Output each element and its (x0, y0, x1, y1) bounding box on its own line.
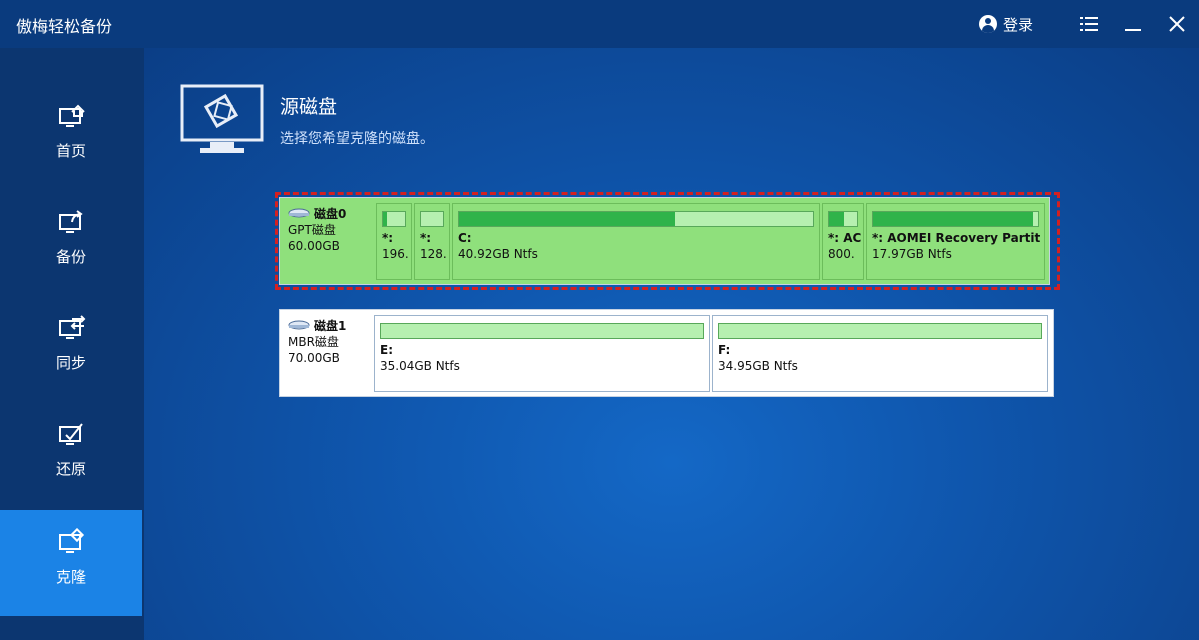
title-bar: 傲梅轻松备份 登录 (0, 0, 1199, 48)
partition-1-0[interactable]: E: 35.04GB Ntfs (374, 315, 710, 392)
menu-button[interactable] (1067, 0, 1111, 48)
sidebar-item-label: 还原 (55, 460, 86, 478)
sidebar-item-label: 首页 (55, 142, 86, 160)
partition-size: 34.95GB Ntfs (718, 359, 798, 373)
source-disk-icon (180, 84, 264, 153)
partition-label: C: (458, 231, 472, 245)
usage-bar (458, 211, 814, 227)
disk-row-1[interactable]: 磁盘1 MBR磁盘 70.00GB E: 35.04GB Ntfs F: 34.… (279, 309, 1054, 397)
partition-size: 35.04GB Ntfs (380, 359, 460, 373)
disk-info: 磁盘1 MBR磁盘 70.00GB (288, 318, 374, 366)
page-subtitle: 选择您希望克隆的磁盘。 (280, 131, 434, 147)
disk-info: 磁盘0 GPT磁盘 60.00GB (288, 206, 374, 254)
disk-size: 60.00GB (288, 239, 340, 253)
disk-size: 70.00GB (288, 351, 340, 365)
partition-1-1[interactable]: F: 34.95GB Ntfs (712, 315, 1048, 392)
partition-label: *: (420, 231, 432, 245)
sidebar-item-home[interactable]: 首页 (0, 84, 142, 190)
disk-style: MBR磁盘 (288, 335, 339, 349)
sidebar-item-label: 克隆 (55, 568, 86, 586)
partition-label: *: (382, 231, 394, 245)
partition-0-0[interactable]: *: 196. (376, 203, 412, 280)
sidebar: 首页 备份 同步 还原 克隆 (0, 48, 144, 640)
sidebar-item-backup[interactable]: 备份 (0, 190, 142, 296)
login-label: 登录 (1002, 15, 1033, 34)
partition-label: *: AC (828, 231, 862, 245)
partition-size: 128. (420, 247, 447, 261)
usage-fill (829, 212, 845, 226)
usage-bar (380, 323, 704, 339)
partition-0-2[interactable]: C: 40.92GB Ntfs (452, 203, 820, 280)
app-title: 傲梅轻松备份 (16, 17, 113, 36)
sidebar-item-restore[interactable]: 还原 (0, 402, 142, 508)
sidebar-item-clone[interactable]: 克隆 (0, 510, 142, 616)
backup-icon (59, 210, 83, 233)
usage-fill (459, 212, 675, 226)
sidebar-item-label: 备份 (55, 248, 86, 266)
usage-fill (873, 212, 1034, 226)
partition-size: 800. (828, 247, 855, 261)
partition-0-4[interactable]: *: AOMEI Recovery Partit 17.97GB Ntfs (866, 203, 1045, 280)
minimize-button[interactable] (1111, 0, 1155, 48)
close-button[interactable] (1155, 0, 1199, 48)
restore-icon (59, 423, 83, 445)
partition-size: 196. (382, 247, 409, 261)
hard-disk-icon (288, 208, 310, 218)
partition-size: 40.92GB Ntfs (458, 247, 538, 261)
disk-name: 磁盘0 (314, 207, 347, 221)
partition-label: E: (380, 343, 393, 357)
home-icon (59, 104, 85, 127)
disk-style: GPT磁盘 (288, 223, 336, 237)
login-button[interactable]: 登录 (978, 14, 1033, 35)
partition-0-1[interactable]: *: 128. (414, 203, 450, 280)
menu-icon (1080, 17, 1098, 31)
usage-bar (872, 211, 1039, 227)
hard-disk-icon (288, 320, 310, 330)
close-icon (1169, 16, 1185, 32)
page-title: 源磁盘 (280, 96, 338, 118)
partition-size: 17.97GB Ntfs (872, 247, 952, 261)
usage-bar (382, 211, 406, 227)
usage-bar (718, 323, 1042, 339)
user-icon (978, 15, 997, 33)
partition-0-3[interactable]: *: AC 800. (822, 203, 864, 280)
minimize-icon (1125, 29, 1141, 31)
sync-icon (59, 315, 86, 339)
disk-name: 磁盘1 (314, 319, 347, 333)
partition-label: *: AOMEI Recovery Partit (872, 231, 1041, 245)
sidebar-item-sync[interactable]: 同步 (0, 296, 142, 402)
usage-bar (828, 211, 858, 227)
clone-icon (59, 528, 85, 553)
usage-fill (383, 212, 388, 226)
main-panel: 源磁盘 选择您希望克隆的磁盘。 磁盘0 GPT磁盘 60.00GB *: 196… (144, 48, 1199, 640)
disk-row-0[interactable]: 磁盘0 GPT磁盘 60.00GB *: 196. *: 128. C: 40.… (279, 197, 1050, 285)
usage-bar (420, 211, 444, 227)
partition-label: F: (718, 343, 731, 357)
sidebar-item-label: 同步 (55, 354, 86, 372)
